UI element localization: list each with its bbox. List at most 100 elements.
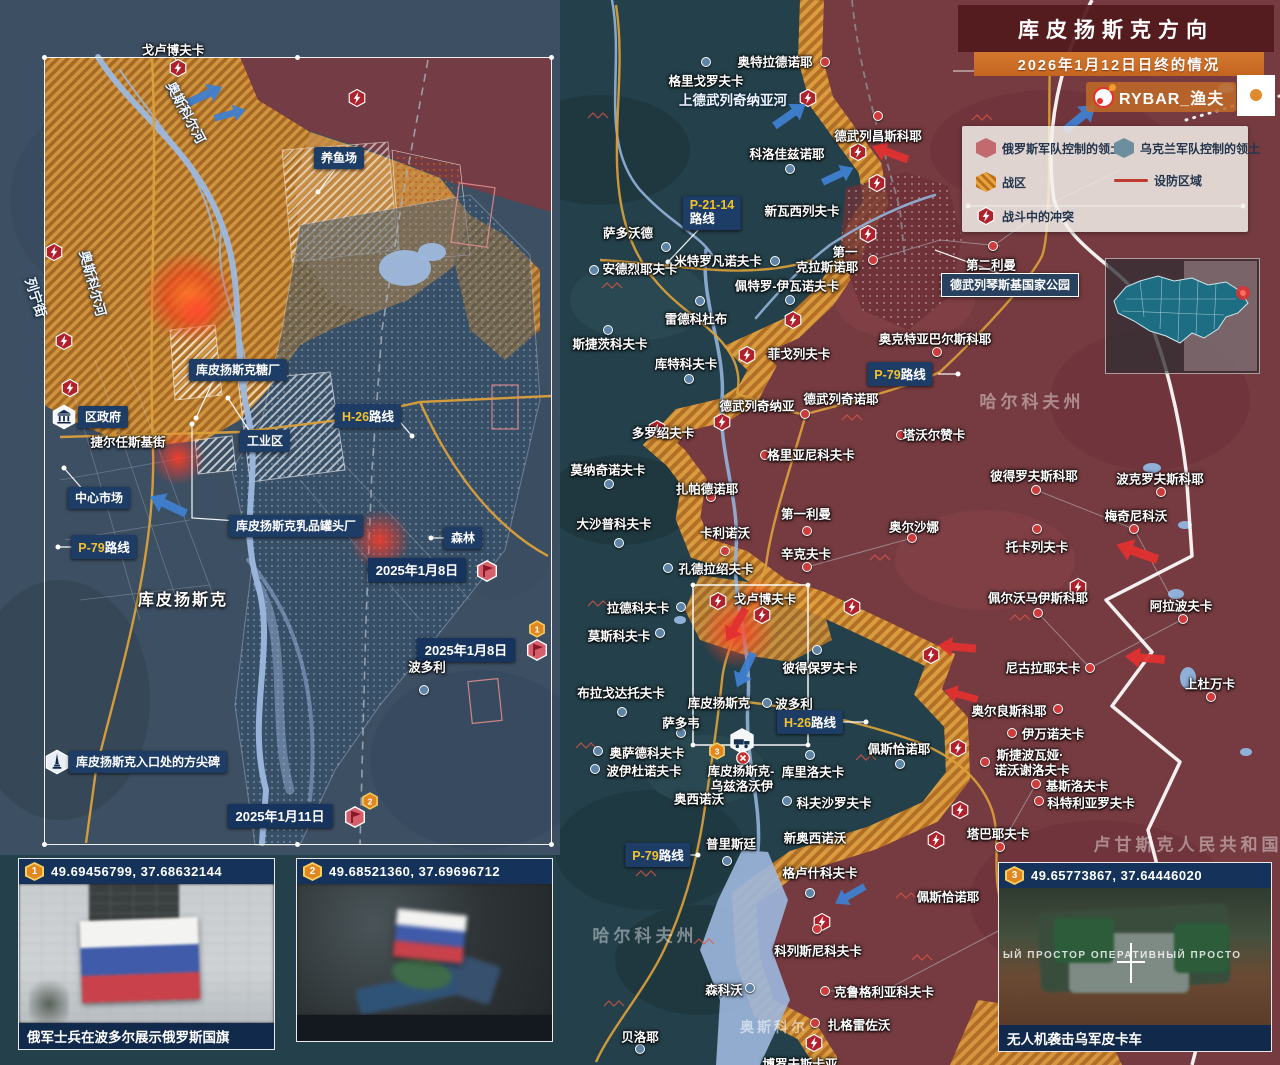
- map-label: 上德武列奇纳亚河: [679, 93, 787, 108]
- blue-attack-arrow-icon: [820, 164, 854, 186]
- report-date: 2026年1月12日日终的情况: [1017, 57, 1221, 74]
- map-label: 森科沃: [705, 983, 743, 998]
- settlement-dot-blue: [762, 698, 772, 708]
- map-label: 伊万诺夫卡: [1021, 727, 1085, 742]
- map-marker-pr: [988, 241, 998, 251]
- photo3-image: ЫЙ ПРОСТОР ОПЕРАТИВНЫЙ ПРОСТО: [999, 888, 1271, 1025]
- settlement-dot-blue: [701, 57, 711, 67]
- settlement-dot-blue: [589, 265, 599, 275]
- map-marker-pr: [1031, 779, 1041, 789]
- map-marker-truck: [728, 727, 756, 755]
- map-marker-pb: [603, 325, 613, 335]
- map-label: 克拉斯诺耶: [795, 260, 859, 275]
- map-label: 科洛佳兹诺耶: [749, 147, 825, 162]
- legend-fortified-label: 设防区域: [1154, 174, 1203, 188]
- brand-name: RYBAR_渔夫: [1119, 91, 1225, 108]
- settlement-dot-blue: [812, 645, 822, 655]
- map-label: 第一: [832, 245, 858, 260]
- map-label: 塔沃尔赞卡: [902, 428, 966, 443]
- settlement-dot-red: [1053, 704, 1063, 714]
- map-label: 哈尔科夫州: [592, 926, 698, 946]
- clash-icon: [922, 645, 940, 665]
- svg-text:3: 3: [715, 746, 720, 756]
- map-marker-bolt: [858, 224, 878, 244]
- map-label: 尼古拉耶夫卡: [1005, 661, 1081, 676]
- settlement-dot-red: [980, 757, 990, 767]
- map-label: 新瓦西列夫卡: [764, 204, 840, 219]
- clash-icon: [927, 830, 945, 850]
- clash-icon: [951, 800, 969, 820]
- settlement-dot-blue: [695, 296, 705, 306]
- clash-icon: [849, 142, 867, 162]
- map-legend: 俄罗斯军队控制的领土 乌克兰军队控制的领土 战区 设防区域 战斗中的冲突: [962, 126, 1260, 232]
- settlement-dot-red: [760, 450, 770, 460]
- map-marker-num: 3: [708, 742, 727, 761]
- map-label: 基斯洛夫卡: [1045, 779, 1109, 794]
- map-label: 科夫沙罗夫卡: [796, 796, 872, 811]
- map-label: 科列斯尼科夫卡: [774, 944, 862, 959]
- clash-icon: [713, 412, 731, 432]
- settlement-dot-blue: [603, 325, 613, 335]
- settlement-dot-red: [868, 255, 878, 265]
- photo-card-1: 1 49.69456799, 37.68632144 俄军士兵在波多尔展示俄罗斯…: [18, 858, 275, 1050]
- settlement-dot-red: [907, 533, 917, 543]
- settlement-dot-red: [720, 546, 730, 556]
- kupyansk-city-inset-map: [0, 0, 560, 855]
- map-label: 奥尔良斯科耶: [971, 704, 1047, 719]
- photo-card-2: 2 49.68521360, 37.69696712: [296, 858, 553, 1042]
- settlement-dot-blue: [593, 746, 603, 756]
- settlement-dot-red: [1032, 524, 1042, 534]
- settlement-dot-red: [1085, 663, 1095, 673]
- map-label: 贝洛耶: [621, 1030, 659, 1045]
- map-marker-bolt: [737, 345, 757, 365]
- map-label: 佩斯恰诺耶: [916, 890, 980, 905]
- clash-icon: [868, 173, 886, 193]
- map-marker-pr: [932, 347, 942, 357]
- map-label: 卢甘斯克人民共和国: [1093, 835, 1280, 855]
- map-label: 扎格雷佐沃: [827, 1018, 891, 1033]
- map-label: 佩斯恰诺耶: [867, 742, 931, 757]
- map-label: 斯捷茨科夫卡: [572, 337, 648, 352]
- map-marker-bolt: [647, 419, 667, 439]
- map-marker-pb: [805, 888, 815, 898]
- map-label: 库皮扬斯克: [687, 696, 751, 711]
- photo1-caption: 俄军士兵在波多尔展示俄罗斯国旗: [19, 1023, 274, 1049]
- settlement-dot-red: [1129, 524, 1139, 534]
- clash-icon: [648, 419, 666, 439]
- settlement-dot-red: [988, 241, 998, 251]
- map-marker-pr: [800, 409, 810, 419]
- map-label: 托卡列夫卡: [1005, 540, 1069, 555]
- legend-russia-label: 俄罗斯军队控制的领土: [1002, 141, 1123, 156]
- map-label: 第二利曼: [965, 258, 1017, 273]
- map-label: 德武列奇纳亚: [719, 399, 795, 414]
- settlement-dot-blue: [617, 707, 627, 717]
- clash-icon: [805, 1033, 823, 1053]
- map-marker-pr: [1156, 487, 1166, 497]
- map-label: 奥克特亚巴尔斯科耶: [878, 332, 992, 347]
- map-label: 菲戈列夫卡: [767, 347, 831, 362]
- map-label: 米特罗凡诺夫卡: [674, 254, 762, 269]
- marker-number-icon: 2: [303, 862, 322, 881]
- legend-clash-label: 战斗中的冲突: [1002, 209, 1075, 224]
- settlement-dot-blue: [805, 750, 815, 760]
- map-label: 阿拉波夫卡: [1149, 599, 1213, 614]
- photo3-header: 3 49.65773867, 37.64446020: [999, 863, 1271, 888]
- map-marker-pr: [802, 526, 812, 536]
- map-label: P-79路线: [867, 362, 933, 386]
- settlement-dot-red: [1007, 728, 1017, 738]
- russian-flag: [392, 908, 468, 964]
- map-label: 梅奇尼科沃: [1104, 509, 1168, 524]
- settlement-dot-red: [1156, 487, 1166, 497]
- photo2-image: [297, 884, 552, 1015]
- map-marker-pb: [676, 728, 686, 738]
- map-label: 斯捷波瓦娅·: [996, 748, 1064, 763]
- map-marker-pr: [868, 255, 878, 265]
- map-label: 布拉戈达托夫卡: [577, 686, 665, 701]
- map-label: 雷德科杜布: [664, 312, 728, 327]
- map-marker-bolt: [1068, 577, 1088, 597]
- destroyed-x-icon: [736, 751, 750, 765]
- map-marker-pb: [762, 698, 772, 708]
- map-marker-pb: [701, 57, 711, 67]
- map-label: 塔巴耶夫卡: [966, 827, 1030, 842]
- map-marker-pb: [590, 764, 600, 774]
